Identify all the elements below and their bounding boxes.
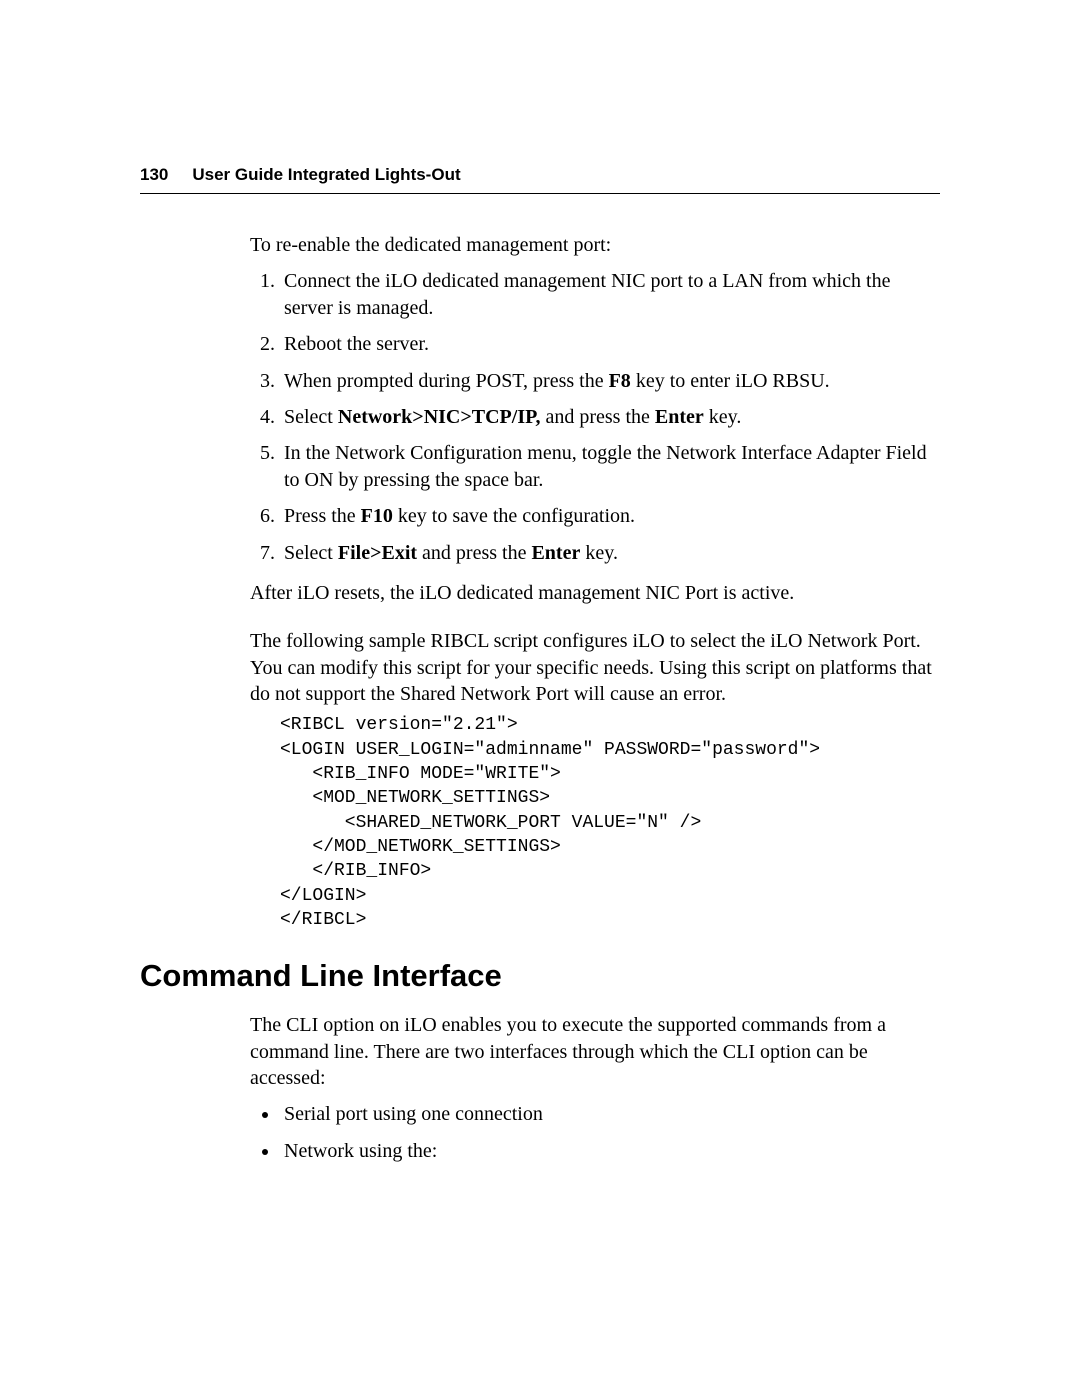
body-content: To re-enable the dedicated management po…: [250, 232, 940, 932]
step-text: key to enter iLO RBSU.: [631, 370, 830, 392]
step-text: key.: [704, 406, 742, 428]
section-heading: Command Line Interface: [140, 958, 940, 994]
step-bold: Enter: [531, 542, 580, 564]
step-bold: F10: [361, 505, 393, 527]
list-item: Network using the:: [280, 1138, 940, 1164]
step-item: Connect the iLO dedicated management NIC…: [280, 268, 940, 321]
step-text: and press the: [540, 406, 654, 428]
steps-list: Connect the iLO dedicated management NIC…: [250, 268, 940, 566]
step-bold: Enter: [655, 406, 704, 428]
step-text: Press the: [284, 505, 361, 527]
header-title: User Guide Integrated Lights-Out: [192, 165, 460, 185]
step-item: Press the F10 key to save the configurat…: [280, 503, 940, 529]
bullet-list: Serial port using one connection Network…: [250, 1101, 940, 1164]
document-page: 130 User Guide Integrated Lights-Out To …: [0, 0, 1080, 1397]
step-text: key.: [580, 542, 618, 564]
step-item: In the Network Configuration menu, toggl…: [280, 440, 940, 493]
page-header: 130 User Guide Integrated Lights-Out: [140, 165, 940, 194]
step-text: key to save the configuration.: [393, 505, 635, 527]
step-item: Reboot the server.: [280, 331, 940, 357]
script-intro-paragraph: The following sample RIBCL script config…: [250, 628, 940, 707]
step-text: Select: [284, 542, 338, 564]
step-text: When prompted during POST, press the: [284, 370, 609, 392]
step-text: Select: [284, 406, 338, 428]
code-block: <RIBCL version="2.21"> <LOGIN USER_LOGIN…: [280, 713, 940, 932]
step-item: When prompted during POST, press the F8 …: [280, 368, 940, 394]
intro-paragraph: To re-enable the dedicated management po…: [250, 232, 940, 258]
cli-body: The CLI option on iLO enables you to exe…: [250, 1012, 940, 1164]
step-bold: File>Exit: [338, 542, 417, 564]
step-item: Select File>Exit and press the Enter key…: [280, 540, 940, 566]
step-bold: Network>NIC>TCP/IP,: [338, 406, 541, 428]
step-text: and press the: [417, 542, 531, 564]
step-bold: F8: [609, 370, 631, 392]
list-item: Serial port using one connection: [280, 1101, 940, 1127]
cli-intro-paragraph: The CLI option on iLO enables you to exe…: [250, 1012, 940, 1091]
after-steps-paragraph: After iLO resets, the iLO dedicated mana…: [250, 580, 940, 606]
page-number: 130: [140, 165, 168, 185]
step-item: Select Network>NIC>TCP/IP, and press the…: [280, 404, 940, 430]
